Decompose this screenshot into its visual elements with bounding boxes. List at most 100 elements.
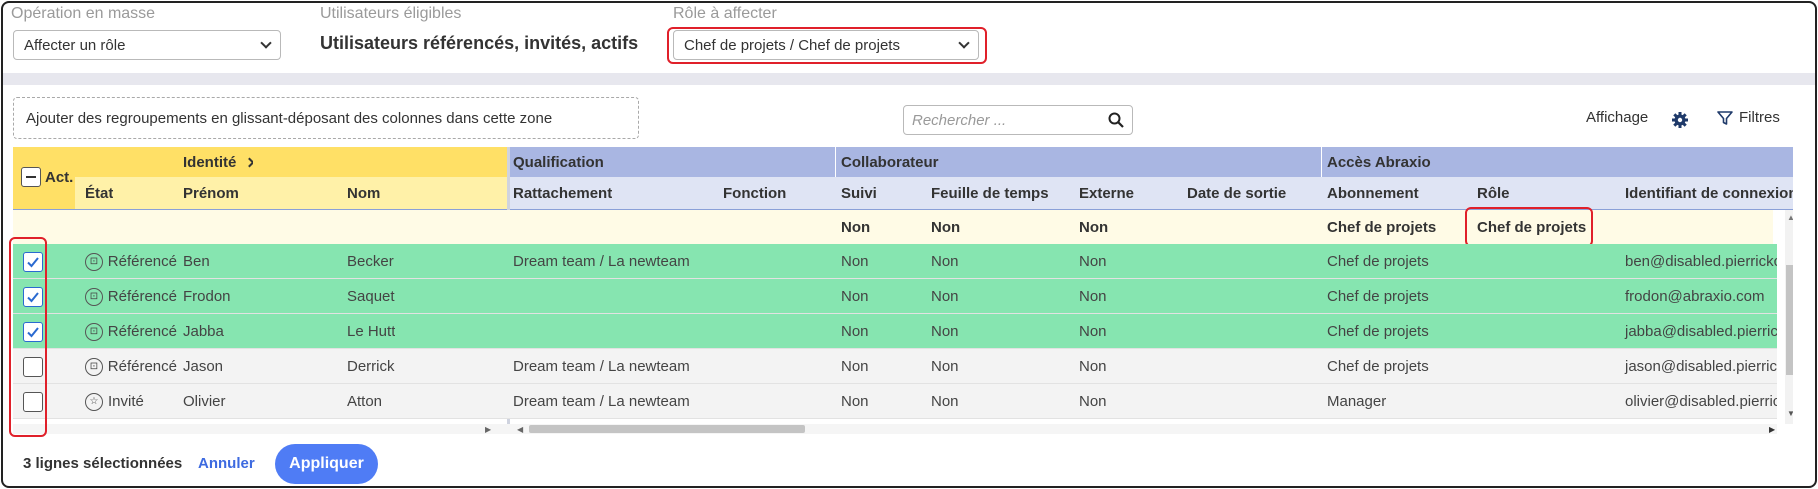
preview-abonnement: Chef de projets [1327,218,1437,236]
act-column-label: Act. [45,168,74,186]
cell-etat: ⊡ Référencé [79,279,177,314]
main-scroll-left-arrow[interactable]: ◀ [517,425,523,434]
cell-rattachement: Dream team / La newteam [507,244,690,279]
cell-text: Non [1079,323,1107,340]
cell-suivi: Non [835,314,869,349]
cell-text: Jason [183,358,224,375]
cell-identifiant: olivier@disabled.pierric [1619,384,1777,419]
role-to-assign-label: Rôle à affecter [673,5,777,22]
filters-button[interactable]: Filtres [1717,109,1780,126]
cell-prenom: Jabba [177,314,224,349]
cell-text: Non [1079,358,1107,375]
cell-text: Non [931,288,959,305]
cell-feuille: Non [925,279,959,314]
cell-abonnement: Chef de projets [1321,279,1429,314]
referenced-badge-icon: ⊡ [85,287,103,306]
cell-rattachement [507,279,513,314]
cell-text: frodon@abraxio.com [1625,288,1765,305]
cell-text: Non [841,393,869,410]
horizontal-scroll-thumb[interactable] [529,425,805,433]
search-icon[interactable] [1108,112,1124,128]
search-input[interactable]: Rechercher ... [903,105,1133,135]
table-row[interactable] [13,244,1777,279]
selected-count: 3 lignes sélectionnées [23,455,183,472]
display-button[interactable]: Affichage [1586,109,1648,126]
cell-rattachement [507,314,513,349]
cell-identifiant: frodon@abraxio.com [1619,279,1777,314]
col-prenom[interactable]: Prénom [177,177,239,210]
cell-nom: Le Hutt [341,314,395,349]
cell-abonnement: Manager [1321,384,1386,419]
cell-identifiant: ben@disabled.pierrickc [1619,244,1777,279]
table-row[interactable] [13,349,1777,384]
checkbox-column-highlight [9,237,47,437]
frozen-horizontal-scrollbar[interactable] [13,424,507,434]
select-all-checkbox[interactable] [21,167,41,187]
cell-text: Le Hutt [347,323,396,340]
qualification-group-label: Qualification [513,153,604,171]
cell-text: Ben [183,253,210,270]
bulk-operation-label: Opération en masse [11,5,156,22]
cell-text: Chef de projets [1327,323,1429,340]
identity-group-label[interactable]: Identité [177,147,254,177]
cell-externe: Non [1073,349,1107,384]
frozen-scroll-right-arrow[interactable]: ▶ [485,425,491,434]
cancel-button[interactable]: Annuler [198,455,255,472]
col-feuille[interactable]: Feuille de temps [925,177,1049,210]
col-identifiant[interactable]: Identifiant de connexion [1619,177,1793,210]
cell-text: jason@disabled.pierrick [1625,358,1777,375]
grouped-header-band [507,147,1793,177]
cell-feuille: Non [925,314,959,349]
cell-suivi: Non [835,244,869,279]
cell-rattachement: Dream team / La newteam [507,384,690,419]
display-label: Affichage [1586,109,1649,126]
select-all-control[interactable]: Act. [15,161,73,193]
table-row[interactable] [13,384,1777,419]
cell-suivi: Non [835,384,869,419]
table-row[interactable] [13,314,1777,349]
cell-text: Non [931,323,959,340]
preview-suivi: Non [841,218,871,236]
cell-externe: Non [1073,279,1107,314]
cell-text: Non [931,253,959,270]
preview-feuille: Non [931,218,961,236]
col-suivi[interactable]: Suivi [835,177,877,210]
cell-text: Dream team / La newteam [513,358,690,375]
cell-text: Non [841,288,869,305]
cell-suivi: Non [835,349,869,384]
cell-etat: ⊡ Référencé [79,244,177,279]
col-nom[interactable]: Nom [341,177,380,210]
col-date-sortie[interactable]: Date de sortie [1181,177,1286,210]
cell-text: Becker [347,253,394,270]
referenced-badge-icon: ⊡ [85,252,103,271]
main-scroll-right-arrow[interactable]: ▶ [1769,425,1775,434]
col-etat[interactable]: État [79,177,113,210]
col-role[interactable]: Rôle [1471,177,1510,210]
col-abonnement[interactable]: Abonnement [1321,177,1419,210]
apply-button[interactable]: Appliquer [275,444,378,484]
col-rattachement[interactable]: Rattachement [507,177,612,210]
cell-nom: Saquet [341,279,395,314]
col-fonction[interactable]: Fonction [717,177,786,210]
cell-prenom: Jason [177,349,223,384]
scroll-up-arrow[interactable]: ▲ [1787,213,1793,222]
table-row[interactable] [13,279,1777,314]
collaborateur-group-label: Collaborateur [841,153,939,171]
cell-externe: Non [1073,384,1107,419]
cell-text: olivier@disabled.pierric [1625,393,1777,410]
grouping-drop-zone[interactable]: Ajouter des regroupements en glissant-dé… [13,97,639,139]
col-externe[interactable]: Externe [1073,177,1134,210]
referenced-badge-icon: ⊡ [85,322,103,341]
cell-abonnement: Chef de projets [1321,349,1429,384]
cell-externe: Non [1073,244,1107,279]
cell-text: Référencé [107,253,177,270]
referenced-badge-icon: ⊡ [85,357,103,376]
vertical-scroll-thumb[interactable] [1786,265,1793,375]
filter-icon [1717,110,1733,125]
gear-icon[interactable] [1671,111,1689,129]
cell-abonnement: Chef de projets [1321,244,1429,279]
scroll-down-arrow[interactable]: ▼ [1787,409,1793,418]
bulk-operation-select[interactable]: Affecter un rôle [13,30,281,60]
cell-prenom: Ben [177,244,210,279]
cell-text: Non [841,253,869,270]
